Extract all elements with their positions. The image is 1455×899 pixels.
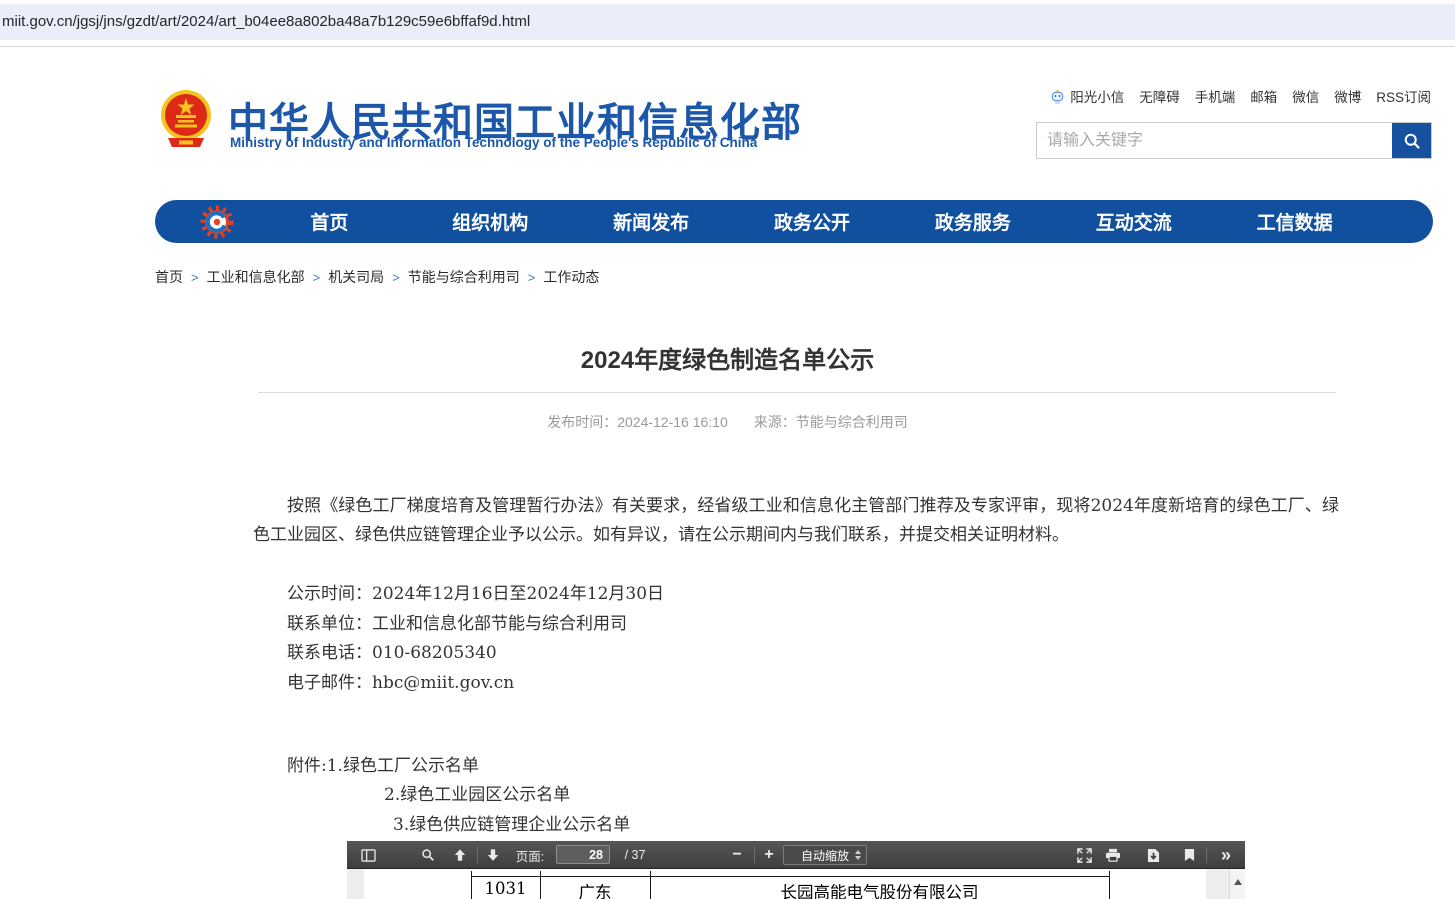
toolbar-separator — [1206, 847, 1207, 863]
divider — [258, 392, 1336, 393]
presentation-mode-button[interactable] — [1071, 841, 1097, 869]
article-meta: 发布时间：2024-12-16 16:10 来源：节能与综合利用司 — [0, 412, 1455, 432]
info-line-contact-email: 电子邮件：hbc@miit.gov.cn — [287, 669, 664, 699]
breadcrumb-separator: > — [191, 270, 199, 285]
publish-time-label: 发布时间： — [547, 414, 617, 430]
page: miit.gov.cn/jgsj/jns/gzdt/art/2024/art_b… — [0, 0, 1455, 899]
info-line-contact-phone: 联系电话：010-68205340 — [287, 639, 664, 669]
main-nav: 首页 组织机构 新闻发布 政务公开 政务服务 互动交流 工信数据 — [155, 200, 1433, 243]
table-cell-company: 长园高能电气股份有限公司 — [650, 879, 1109, 899]
nav-item-news[interactable]: 新闻发布 — [571, 208, 732, 235]
sidebar-toggle-icon — [361, 849, 376, 862]
arrow-down-icon — [486, 848, 500, 862]
publish-time: 2024-12-16 16:10 — [617, 414, 728, 430]
download-icon — [1147, 848, 1160, 863]
quick-link-accessibility[interactable]: 无障碍 — [1139, 86, 1180, 106]
breadcrumb-separator: > — [313, 270, 321, 285]
nav-item-gov-services[interactable]: 政务服务 — [892, 208, 1053, 235]
nav-item-interaction[interactable]: 互动交流 — [1053, 208, 1214, 235]
nav-item-data[interactable]: 工信数据 — [1214, 208, 1375, 235]
table-cell-number: 1031 — [471, 879, 540, 898]
source-value: 节能与综合利用司 — [796, 414, 908, 430]
article-contact-info: 公示时间：2024年12月16日至2024年12月30日 联系单位：工业和信息化… — [287, 580, 664, 699]
attachment-green-supply-chain[interactable]: 3.绿色供应链管理企业公示名单 — [287, 811, 630, 840]
breadcrumb-home[interactable]: 首页 — [155, 267, 183, 287]
breadcrumb: 首页 > 工业和信息化部 > 机关司局 > 节能与综合利用司 > 工作动态 — [155, 267, 599, 287]
pdf-find-button[interactable] — [417, 841, 439, 869]
page-down-button[interactable] — [481, 841, 505, 869]
browser-address-bar[interactable]: miit.gov.cn/jgsj/jns/gzdt/art/2024/art_b… — [0, 4, 1455, 40]
page-up-button[interactable] — [448, 841, 472, 869]
print-button[interactable] — [1100, 841, 1126, 869]
zoom-out-button[interactable]: − — [725, 841, 749, 869]
breadcrumb-departments[interactable]: 机关司局 — [328, 267, 384, 287]
source-label: 来源： — [754, 414, 796, 430]
breadcrumb-miit[interactable]: 工业和信息化部 — [207, 267, 305, 287]
print-icon — [1105, 848, 1121, 862]
page-total: / 37 — [617, 841, 653, 869]
quick-link-label: 阳光小信 — [1070, 86, 1124, 106]
quick-link-wechat[interactable]: 微信 — [1292, 86, 1319, 106]
national-emblem-icon — [158, 88, 214, 152]
attachment-green-industrial-park[interactable]: 2.绿色工业园区公示名单 — [287, 781, 630, 810]
bookmark-icon — [1184, 848, 1195, 862]
more-tools-button[interactable]: » — [1213, 841, 1239, 869]
attachment-green-factory[interactable]: 附件:1.绿色工厂公示名单 — [287, 752, 630, 781]
zoom-mode-select[interactable]: 自动缩放 — [783, 845, 867, 865]
site-subtitle: Ministry of Industry and Information Tec… — [230, 135, 757, 150]
page-number-input[interactable] — [556, 845, 610, 864]
quick-link-sunshine-assistant[interactable]: 阳光小信 — [1049, 86, 1124, 106]
attachments-list: 附件:1.绿色工厂公示名单 2.绿色工业园区公示名单 3.绿色供应链管理企业公示… — [287, 752, 630, 840]
arrow-up-icon — [453, 848, 467, 862]
search-button[interactable] — [1392, 123, 1431, 158]
breadcrumb-work-updates[interactable]: 工作动态 — [543, 267, 599, 287]
miit-logo-icon — [199, 204, 235, 240]
info-line-contact-unit: 联系单位：工业和信息化部节能与综合利用司 — [287, 610, 664, 640]
breadcrumb-energy-dept[interactable]: 节能与综合利用司 — [408, 267, 520, 287]
search-icon — [1402, 131, 1422, 151]
toolbar-separator — [477, 847, 478, 863]
fullscreen-icon — [1077, 848, 1092, 863]
nav-item-gov-openness[interactable]: 政务公开 — [732, 208, 893, 235]
pdf-viewer: 页面: / 37 − + 自动缩放 — [347, 841, 1245, 899]
quick-link-weibo[interactable]: 微博 — [1334, 86, 1361, 106]
info-line-public-period: 公示时间：2024年12月16日至2024年12月30日 — [287, 580, 664, 610]
table-cell-province: 广东 — [540, 879, 650, 899]
pdf-content-area: 1031 广东 长园高能电气股份有限公司 — [347, 869, 1245, 899]
quick-link-mobile[interactable]: 手机端 — [1195, 86, 1236, 106]
breadcrumb-separator: > — [392, 270, 400, 285]
select-arrows-icon — [855, 850, 861, 860]
sidebar-toggle-button[interactable] — [357, 841, 379, 869]
pdf-toolbar: 页面: / 37 − + 自动缩放 — [347, 841, 1245, 869]
article-paragraph: 按照《绿色工厂梯度培育及管理暂行办法》有关要求，经省级工业和信息化主管部门推荐及… — [253, 492, 1339, 550]
search-input[interactable] — [1037, 123, 1392, 158]
zoom-mode-value: 自动缩放 — [801, 847, 849, 864]
table-border — [471, 876, 1110, 877]
page-number-label: 页面: — [512, 841, 548, 869]
toolbar-separator — [754, 847, 755, 863]
pdf-page: 1031 广东 长园高能电气股份有限公司 — [364, 869, 1206, 899]
article-title: 2024年度绿色制造名单公示 — [0, 340, 1455, 375]
magnifier-icon — [421, 848, 435, 862]
scroll-up-icon[interactable] — [1234, 879, 1242, 885]
pdf-scrollbar[interactable] — [1229, 869, 1245, 899]
divider — [0, 46, 1455, 47]
bookmark-button[interactable] — [1178, 841, 1200, 869]
nav-item-organization[interactable]: 组织机构 — [410, 208, 571, 235]
zoom-in-button[interactable]: + — [757, 841, 781, 869]
site-search — [1036, 122, 1432, 159]
quick-link-rss[interactable]: RSS订阅 — [1376, 86, 1431, 106]
header-quick-links: 阳光小信 无障碍 手机端 邮箱 微信 微博 RSS订阅 — [1049, 86, 1431, 106]
page-url[interactable]: miit.gov.cn/jgsj/jns/gzdt/art/2024/art_b… — [2, 13, 530, 30]
download-button[interactable] — [1140, 841, 1166, 869]
breadcrumb-separator: > — [528, 270, 536, 285]
robot-icon — [1049, 88, 1066, 105]
nav-item-home[interactable]: 首页 — [249, 208, 410, 235]
quick-link-mail[interactable]: 邮箱 — [1250, 86, 1277, 106]
